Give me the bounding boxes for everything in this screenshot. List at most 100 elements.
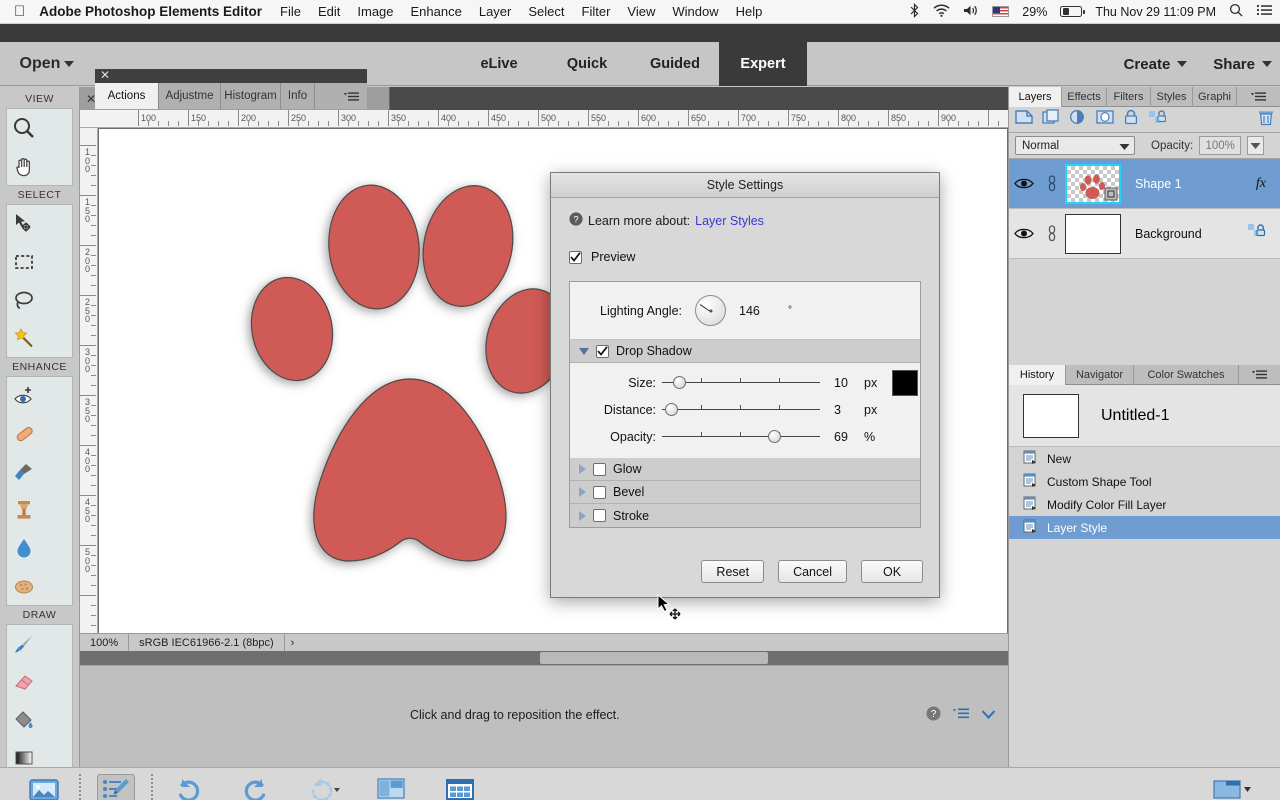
brush-tool-icon[interactable]	[7, 625, 40, 663]
tab-navigator[interactable]: Navigator	[1066, 365, 1134, 385]
history-item-custom-shape-tool[interactable]: Custom Shape Tool	[1009, 470, 1280, 493]
help-icon[interactable]: ?	[926, 706, 941, 726]
rectangular-marquee-icon[interactable]	[7, 243, 40, 281]
open-dropdown-icon[interactable]	[64, 60, 74, 67]
scrollbar-thumb[interactable]	[540, 652, 768, 664]
tab-histogram[interactable]: Histogram	[221, 83, 281, 109]
spot-healing-brush-icon[interactable]	[7, 415, 40, 453]
tab-quick[interactable]: Quick	[543, 42, 631, 86]
tab-history[interactable]: History	[1009, 365, 1066, 385]
list-icon[interactable]	[1256, 4, 1272, 19]
more-button[interactable]: More	[1198, 770, 1266, 800]
chevron-right-icon[interactable]	[579, 487, 586, 497]
redo-button[interactable]: Redo	[222, 770, 290, 800]
battery-icon[interactable]	[1060, 6, 1086, 17]
layer-fx-badge[interactable]: fx	[1256, 176, 1280, 192]
horizontal-ruler[interactable]: 100 150 200 250 300 350 400 450 500 550 600 650 700 7…	[80, 110, 1008, 128]
tab-layers[interactable]: Layers	[1009, 87, 1062, 107]
sponge-tool-icon[interactable]	[7, 567, 40, 605]
floating-panel-titlebar[interactable]: ✕	[95, 68, 367, 83]
organizer-button[interactable]: Organizer	[426, 770, 494, 800]
volume-icon[interactable]	[963, 4, 979, 20]
undo-button[interactable]: Undo	[154, 770, 222, 800]
tab-styles[interactable]: Styles	[1151, 87, 1193, 107]
bevel-checkbox[interactable]	[593, 485, 606, 499]
history-item-modify-color-fill-layer[interactable]: Modify Color Fill Layer	[1009, 493, 1280, 516]
link-layers-icon[interactable]	[1148, 109, 1167, 130]
tab-info[interactable]: Info	[281, 83, 315, 109]
lasso-tool-icon[interactable]	[7, 281, 40, 319]
mac-menu-edit[interactable]: Edit	[318, 4, 340, 19]
mac-menu-file[interactable]: File	[280, 4, 301, 19]
hand-tool-icon[interactable]	[7, 147, 40, 185]
rotate-button[interactable]: Rotate	[290, 770, 358, 800]
ok-button[interactable]: OK	[861, 560, 923, 583]
mac-menu-help[interactable]: Help	[736, 4, 763, 19]
section-header-drop-shadow[interactable]: Drop Shadow	[570, 340, 920, 363]
reset-button[interactable]: Reset	[701, 560, 765, 583]
layer-row-shape-1[interactable]: Shape 1 fx	[1009, 159, 1280, 209]
layer-thumbnail[interactable]	[1065, 163, 1121, 204]
history-item-new[interactable]: New	[1009, 447, 1280, 470]
horizontal-scrollbar[interactable]	[80, 651, 1008, 665]
mac-menu-filter[interactable]: Filter	[582, 4, 611, 19]
preview-checkbox[interactable]	[569, 250, 582, 264]
history-snapshot-thumbnail[interactable]	[1023, 393, 1079, 438]
chevron-right-icon[interactable]	[579, 464, 586, 474]
us-flag-icon[interactable]	[992, 6, 1010, 17]
tab-elive[interactable]: eLive	[455, 42, 543, 86]
new-layer-icon[interactable]	[1015, 109, 1033, 130]
section-header-bevel[interactable]: Bevel	[570, 481, 920, 504]
tool-options-button[interactable]: Tool Options	[82, 770, 150, 800]
stroke-checkbox[interactable]	[593, 509, 606, 522]
lock-icon[interactable]	[1248, 223, 1280, 244]
magic-wand-icon[interactable]	[7, 319, 40, 357]
chevron-right-icon[interactable]: ›	[285, 634, 301, 652]
history-item-layer-style[interactable]: Layer Style	[1009, 516, 1280, 539]
drop-shadow-checkbox[interactable]	[596, 344, 609, 358]
options-menu-icon[interactable]	[953, 707, 969, 725]
tab-expert[interactable]: Expert	[719, 42, 807, 86]
lighting-angle-dial[interactable]	[695, 295, 727, 326]
layer-styles-link[interactable]: Layer Styles	[695, 214, 764, 228]
eraser-tool-icon[interactable]	[7, 663, 40, 701]
tab-effects[interactable]: Effects	[1062, 87, 1107, 107]
clone-stamp-icon[interactable]	[7, 491, 40, 529]
mac-app-name[interactable]: Adobe Photoshop Elements Editor	[39, 4, 262, 19]
link-icon[interactable]	[1039, 175, 1065, 192]
size-slider[interactable]	[662, 375, 820, 390]
tab-adjustments[interactable]: Adjustme	[159, 83, 221, 109]
mac-menu-layer[interactable]: Layer	[479, 4, 512, 19]
chevron-right-icon[interactable]	[579, 510, 586, 521]
opacity-value[interactable]: 100%	[1199, 136, 1242, 155]
panel-menu-icon[interactable]	[1237, 87, 1280, 106]
chevron-down-icon[interactable]	[981, 707, 996, 725]
cancel-button[interactable]: Cancel	[778, 560, 847, 583]
tab-graphics[interactable]: Graphi	[1193, 87, 1237, 107]
tab-guided[interactable]: Guided	[631, 42, 719, 86]
mac-menu-enhance[interactable]: Enhance	[411, 4, 462, 19]
tab-filters[interactable]: Filters	[1107, 87, 1151, 107]
paint-bucket-icon[interactable]	[7, 701, 40, 739]
share-button[interactable]: Share	[1213, 56, 1272, 73]
lock-layer-icon[interactable]	[1123, 109, 1139, 130]
zoom-tool-icon[interactable]	[7, 109, 40, 147]
blend-mode-select[interactable]: Normal	[1015, 136, 1135, 155]
history-snapshot[interactable]: Untitled-1	[1009, 385, 1280, 447]
red-eye-removal-icon[interactable]	[7, 377, 40, 415]
duplicate-layer-icon[interactable]	[1042, 109, 1060, 130]
chevron-down-icon[interactable]	[579, 347, 589, 355]
layer-visibility-icon[interactable]	[1009, 227, 1039, 240]
close-icon[interactable]: ✕	[100, 68, 110, 82]
blur-tool-icon[interactable]	[7, 529, 40, 567]
create-button[interactable]: Create	[1124, 56, 1188, 73]
distance-slider[interactable]	[662, 402, 820, 417]
vertical-ruler[interactable]: 100 150 200 250 300 350 400 450 500	[80, 128, 98, 633]
glow-checkbox[interactable]	[593, 462, 606, 476]
layer-name[interactable]: Shape 1	[1121, 177, 1256, 191]
wifi-icon[interactable]	[933, 4, 950, 20]
layer-visibility-icon[interactable]	[1009, 177, 1039, 190]
style-settings-dialog[interactable]: Style Settings ? Learn more about: Layer…	[550, 172, 940, 598]
adjustment-layer-icon[interactable]	[1069, 109, 1087, 130]
search-icon[interactable]	[1229, 3, 1243, 20]
